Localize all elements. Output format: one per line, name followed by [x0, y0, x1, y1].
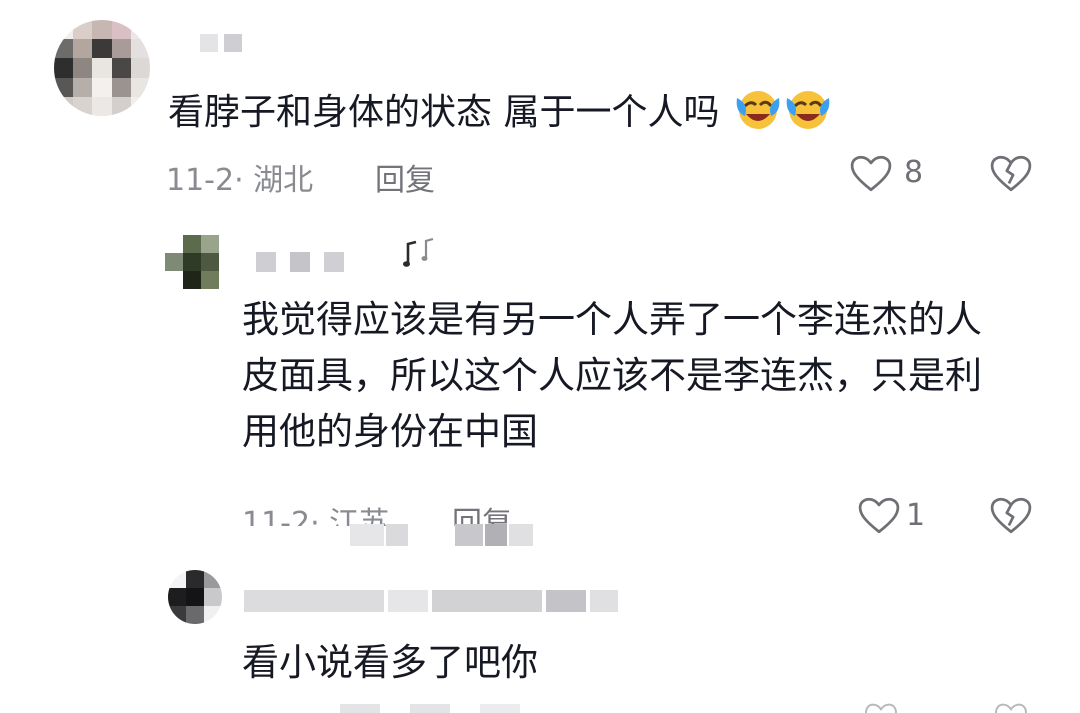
dislike-icon[interactable] — [990, 703, 1032, 713]
reply-text: 我觉得应该是有另一个人弄了一个李连杰的人皮面具，所以这个人应该不是李连杰，只是利… — [242, 298, 982, 453]
tears-of-joy-emoji-icon — [736, 91, 780, 129]
tears-of-joy-emoji-icon — [786, 91, 830, 129]
like-icon[interactable] — [850, 155, 892, 193]
reply-username-redacted[interactable] — [244, 590, 618, 612]
username-redacted[interactable] — [200, 34, 242, 52]
avatar[interactable] — [54, 20, 150, 116]
music-note-icon — [403, 238, 434, 267]
reply-reply-button[interactable]: 回复 — [452, 498, 512, 526]
like-icon[interactable] — [858, 497, 900, 535]
reply-avatar[interactable] — [165, 235, 219, 289]
redaction-block — [455, 524, 533, 546]
dislike-icon[interactable] — [990, 497, 1032, 535]
reply-text: 看小说看多了吧你 — [242, 641, 538, 684]
reply-button[interactable]: 回复 — [375, 155, 435, 199]
reply-date-location: 11-2· 江苏 — [242, 506, 390, 526]
redaction-block — [350, 524, 408, 546]
reply-like-count: 1 — [906, 498, 926, 533]
reply-avatar[interactable] — [168, 570, 222, 624]
like-count: 8 — [904, 155, 924, 190]
reply-username-redacted[interactable] — [256, 252, 344, 272]
next-row-partial — [340, 704, 520, 713]
comment-text: 看脖子和身体的状态 属于一个人吗 — [168, 92, 720, 133]
dislike-icon[interactable] — [990, 155, 1032, 193]
like-icon[interactable] — [860, 703, 902, 713]
comment-date-location: 11-2· 湖北 — [166, 163, 314, 198]
comment-text-row: 看脖子和身体的状态 属于一个人吗 — [168, 88, 831, 133]
